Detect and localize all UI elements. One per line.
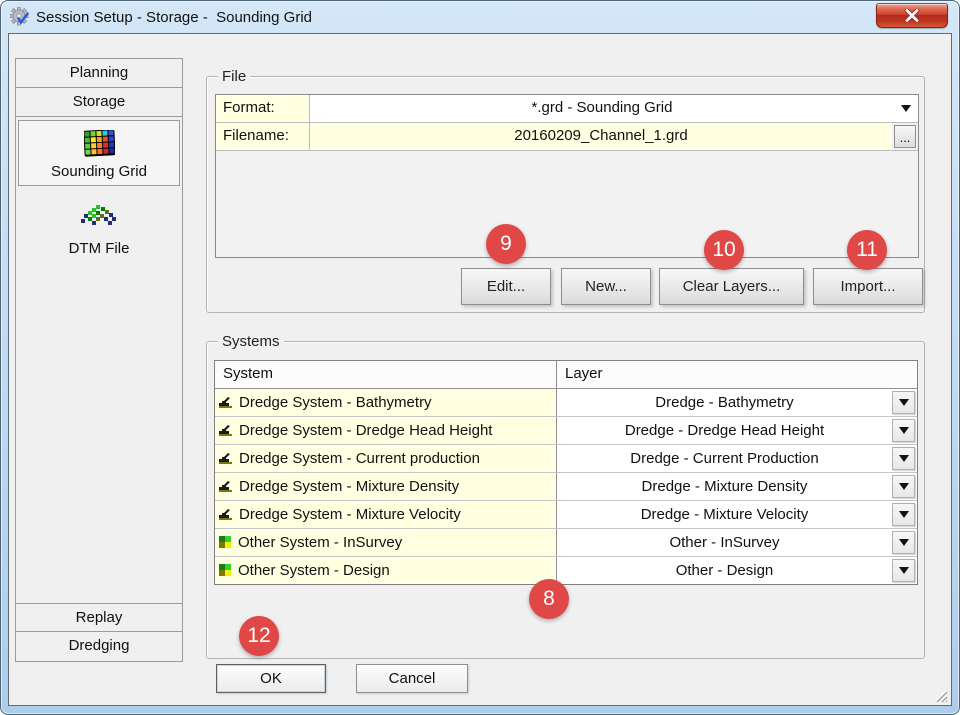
sidebar-tab-replay[interactable]: Replay [16, 603, 182, 632]
table-row: Other System - InSurvey Other - InSurvey [215, 529, 917, 557]
sidebar: Planning Storage [15, 58, 183, 662]
layer-select[interactable]: Dredge - Mixture Density [557, 473, 917, 500]
table-row: Other System - Design Other - Design [215, 557, 917, 584]
column-header-layer: Layer [557, 361, 917, 388]
layer-value: Dredge - Mixture Velocity [557, 506, 892, 523]
layer-dropdown-button[interactable] [892, 559, 915, 582]
filename-label: Filename: [216, 123, 310, 150]
system-name: Dredge System - Mixture Velocity [239, 506, 461, 523]
clear-layers-button[interactable]: Clear Layers... [659, 268, 804, 305]
layer-value: Other - Design [557, 562, 892, 579]
layer-dropdown-button[interactable] [892, 391, 915, 414]
layer-dropdown-button[interactable] [892, 531, 915, 554]
layer-value: Dredge - Mixture Density [557, 478, 892, 495]
sidebar-tab-dredging[interactable]: Dredging [16, 632, 182, 661]
annotation-badge-12: 12 [239, 616, 279, 656]
layer-select[interactable]: Other - Design [557, 557, 917, 584]
table-row: Dredge System - Dredge Head Height Dredg… [215, 417, 917, 445]
annotation-badge-11: 11 [847, 230, 887, 270]
import-button[interactable]: Import... [813, 268, 923, 305]
dialog-window: Session Setup - Storage - Sounding Grid … [0, 0, 960, 715]
layer-select[interactable]: Dredge - Dredge Head Height [557, 417, 917, 444]
sidebar-tab-planning[interactable]: Planning [16, 59, 182, 88]
system-name: Dredge System - Bathymetry [239, 394, 432, 411]
annotation-badge-10: 10 [704, 230, 744, 270]
format-dropdown-button[interactable] [894, 95, 918, 122]
system-name: Dredge System - Dredge Head Height [239, 422, 492, 439]
table-header: System Layer [215, 361, 917, 389]
system-name: Other System - InSurvey [238, 534, 402, 551]
chevron-down-icon [899, 567, 909, 574]
layer-dropdown-button[interactable] [892, 475, 915, 498]
annotation-badge-9: 9 [486, 224, 526, 264]
dialog-content: Planning Storage [8, 33, 952, 706]
layer-value: Dredge - Dredge Head Height [557, 422, 892, 439]
ok-button[interactable]: OK [216, 664, 326, 693]
layer-select[interactable]: Dredge - Bathymetry [557, 389, 917, 416]
close-icon [904, 9, 920, 22]
chevron-down-icon [899, 427, 909, 434]
other-system-icon [219, 564, 232, 577]
edit-button[interactable]: Edit... [461, 268, 551, 305]
chevron-down-icon [901, 105, 911, 112]
sidebar-item-dtm-file[interactable]: DTM File [18, 198, 180, 262]
layer-select[interactable]: Dredge - Mixture Velocity [557, 501, 917, 528]
layer-value: Other - InSurvey [557, 534, 892, 551]
dtm-file-icon [18, 204, 180, 236]
window-title: Session Setup - Storage - Sounding Grid [36, 9, 312, 26]
filename-input[interactable]: 20160209_Channel_1.grd [310, 123, 892, 150]
table-row: Dredge System - Mixture Velocity Dredge … [215, 501, 917, 529]
layer-value: Dredge - Current Production [557, 450, 892, 467]
chevron-down-icon [899, 511, 909, 518]
column-header-system: System [215, 361, 557, 388]
format-row: Format: *.grd - Sounding Grid [216, 95, 918, 123]
sidebar-tab-storage[interactable]: Storage [16, 88, 182, 117]
system-name: Other System - Design [238, 562, 390, 579]
layer-value: Dredge - Bathymetry [557, 394, 892, 411]
chevron-down-icon [899, 399, 909, 406]
systems-table: System Layer Dredge System - Bathymetry … [214, 360, 918, 585]
file-group-title: File [218, 68, 250, 85]
layer-dropdown-button[interactable] [892, 447, 915, 470]
other-system-icon [219, 536, 232, 549]
format-select[interactable]: *.grd - Sounding Grid [310, 95, 894, 122]
chevron-down-icon [899, 539, 909, 546]
system-name: Dredge System - Mixture Density [239, 478, 459, 495]
cancel-button[interactable]: Cancel [356, 664, 468, 693]
sidebar-item-sounding-grid[interactable]: Sounding Grid [18, 120, 180, 186]
chevron-down-icon [899, 455, 909, 462]
browse-button[interactable]: ... [894, 125, 916, 148]
sidebar-item-label: DTM File [18, 240, 180, 257]
resize-grip[interactable] [932, 687, 948, 703]
table-row: Dredge System - Mixture Density Dredge -… [215, 473, 917, 501]
layer-dropdown-button[interactable] [892, 419, 915, 442]
sidebar-item-label: Sounding Grid [19, 163, 179, 180]
dredge-system-icon [219, 452, 233, 465]
new-button[interactable]: New... [561, 268, 651, 305]
annotation-badge-8: 8 [529, 579, 569, 619]
layer-select[interactable]: Dredge - Current Production [557, 445, 917, 472]
filename-row: Filename: 20160209_Channel_1.grd ... [216, 123, 918, 151]
dredge-system-icon [219, 508, 233, 521]
dredge-system-icon [219, 480, 233, 493]
app-gear-icon [10, 7, 30, 27]
system-name: Dredge System - Current production [239, 450, 480, 467]
layer-dropdown-button[interactable] [892, 503, 915, 526]
table-row: Dredge System - Current production Dredg… [215, 445, 917, 473]
titlebar: Session Setup - Storage - Sounding Grid [1, 1, 959, 33]
dredge-system-icon [219, 396, 233, 409]
dredge-system-icon [219, 424, 233, 437]
layer-select[interactable]: Other - InSurvey [557, 529, 917, 556]
chevron-down-icon [899, 483, 909, 490]
close-button[interactable] [876, 3, 948, 28]
sidebar-storage-items: Sounding Grid [16, 117, 182, 604]
systems-group-title: Systems [218, 333, 284, 350]
sounding-grid-icon [19, 127, 179, 159]
file-settings-box: Format: *.grd - Sounding Grid Filename: … [215, 94, 919, 258]
table-row: Dredge System - Bathymetry Dredge - Bath… [215, 389, 917, 417]
format-label: Format: [216, 95, 310, 122]
